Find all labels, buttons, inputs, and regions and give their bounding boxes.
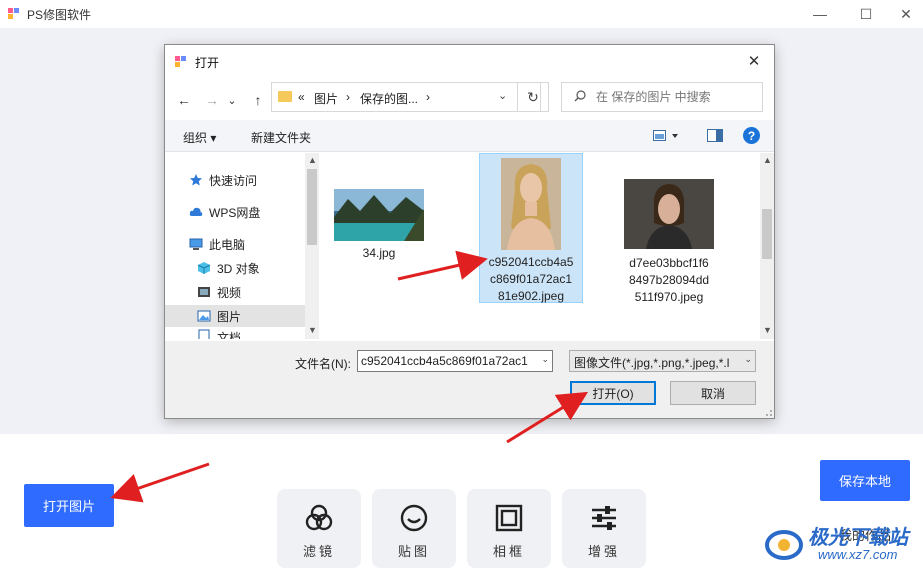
watermark: 极光下载站 www.xz7.com: [760, 517, 920, 569]
search-input[interactable]: [596, 88, 756, 106]
file-list: 34.jpg c952041ccb4a5 c869f01a72ac1 81e90…: [321, 153, 774, 339]
scroll-up-icon[interactable]: ▲: [308, 155, 317, 165]
sticker-icon: [400, 504, 428, 532]
file-name: d7ee03bbcf1f6 8497b28094dd 511f970.jpeg: [628, 256, 710, 304]
file-scrollbar[interactable]: ▲ ▼: [760, 153, 774, 339]
portrait-dark-thumbnail: [624, 179, 714, 249]
filename-label: 文件名(N):: [295, 357, 351, 371]
resize-grip-icon[interactable]: [761, 405, 773, 417]
dialog-close-button[interactable]: ✕: [739, 49, 769, 73]
app-logo-icon: [8, 8, 19, 19]
search-box[interactable]: [561, 82, 763, 112]
portrait-blonde-thumbnail: [501, 158, 561, 250]
minimize-button[interactable]: —: [797, 0, 843, 28]
refresh-button[interactable]: ↻: [517, 82, 549, 112]
scroll-down-icon[interactable]: ▼: [308, 325, 317, 335]
breadcrumb-sep[interactable]: ›: [426, 90, 430, 104]
nav-label: 图片: [217, 309, 242, 324]
dialog-titlebar: 打开 ✕: [165, 45, 774, 77]
frame-tool-button[interactable]: 相框: [467, 489, 551, 568]
file-scroll-thumb[interactable]: [762, 209, 772, 259]
dialog-title: 打开: [195, 56, 220, 70]
computer-icon: [189, 238, 203, 250]
filetype-select[interactable]: 图像文件(*.jpg,*.png,*.jpeg,*.l ⌄: [569, 350, 756, 372]
recent-locations-button[interactable]: ⌄: [225, 89, 239, 111]
sticker-label: 贴图: [397, 544, 430, 559]
dialog-toolbar: 组织 ▾ 新建文件夹 ?: [165, 120, 774, 152]
watermark-text: 极光下载站: [808, 527, 908, 549]
filename-value: c952041ccb4a5c869f01a72ac1: [361, 354, 528, 368]
navigation-pane: 快速访问 WPS网盘 此电脑 3D 对象 视频 图片 文档 ▲ ▼: [165, 153, 319, 339]
frame-icon: [495, 504, 523, 532]
nav-label: 此电脑: [209, 237, 246, 252]
enhance-tool-button[interactable]: 增强: [562, 489, 646, 568]
help-icon[interactable]: ?: [743, 127, 760, 144]
preview-pane-icon[interactable]: [707, 129, 723, 143]
enhance-icon: [592, 506, 616, 530]
search-icon: [574, 90, 586, 102]
filetype-value: 图像文件(*.jpg,*.png,*.jpeg,*.l: [574, 356, 730, 370]
sticker-tool-button[interactable]: 贴图: [372, 489, 456, 568]
address-bar[interactable]: « 图片 › 保存的图... › ⌄: [271, 82, 541, 112]
chevron-down-icon[interactable]: ⌄: [541, 354, 549, 365]
document-icon: [198, 329, 210, 339]
app-titlebar: PS修图软件 — ☐ ✕: [0, 0, 923, 28]
cloud-icon: [189, 207, 203, 216]
dialog-footer: 文件名(N): c952041ccb4a5c869f01a72ac1 ⌄ 图像文…: [165, 341, 774, 418]
filter-icon: [305, 504, 333, 531]
scroll-up-icon[interactable]: ▲: [763, 155, 772, 165]
view-mode-icon[interactable]: [653, 130, 681, 142]
open-image-button[interactable]: 打开图片: [24, 484, 114, 527]
chevron-down-icon[interactable]: ⌄: [498, 89, 507, 102]
breadcrumb-saved[interactable]: 保存的图...: [360, 90, 418, 107]
maximize-button[interactable]: ☐: [843, 0, 889, 28]
nav-label: WPS网盘: [209, 205, 261, 220]
nav-scroll-thumb[interactable]: [307, 169, 317, 245]
nav-label: 快速访问: [209, 173, 258, 188]
save-local-button[interactable]: 保存本地: [820, 460, 910, 501]
file-item[interactable]: d7ee03bbcf1f6 8497b28094dd 511f970.jpeg: [617, 179, 721, 306]
nav-label: 视频: [217, 285, 242, 300]
organize-menu[interactable]: 组织 ▾: [183, 129, 216, 146]
video-icon: [198, 287, 210, 297]
forward-button[interactable]: →: [201, 89, 223, 111]
new-folder-button[interactable]: 新建文件夹: [251, 129, 311, 146]
open-file-dialog: 打开 ✕ ← → ⌄ ↑ « 图片 › 保存的图... › ⌄ ↻ 组织 ▾ 新…: [164, 44, 775, 419]
filename-input[interactable]: c952041ccb4a5c869f01a72ac1 ⌄: [357, 350, 553, 372]
up-button[interactable]: ↑: [247, 89, 269, 111]
close-app-button[interactable]: ✕: [889, 0, 923, 28]
pictures-icon: [197, 310, 211, 322]
dialog-logo-icon: [175, 56, 186, 67]
nav-scrollbar[interactable]: ▲ ▼: [305, 153, 319, 339]
file-item[interactable]: 34.jpg: [327, 189, 431, 262]
watermark-logo-icon: [765, 530, 803, 560]
watermark-url: www.xz7.com: [818, 547, 898, 562]
breadcrumb-sep: ›: [346, 90, 350, 104]
breadcrumb-pictures[interactable]: 图片: [314, 90, 338, 107]
enhance-label: 增强: [587, 544, 620, 559]
landscape-thumbnail: [334, 189, 424, 241]
breadcrumb-overflow[interactable]: «: [298, 90, 305, 104]
file-item-selected[interactable]: c952041ccb4a5 c869f01a72ac1 81e902.jpeg: [479, 153, 583, 303]
dialog-cancel-button[interactable]: 取消: [670, 381, 756, 405]
file-name: c952041ccb4a5 c869f01a72ac1 81e902.jpeg: [488, 255, 574, 303]
chevron-down-icon[interactable]: ⌄: [742, 354, 752, 365]
file-name: 34.jpg: [362, 246, 396, 260]
nav-pictures[interactable]: 图片: [165, 305, 305, 327]
filter-label: 滤镜: [302, 544, 335, 559]
frame-label: 相框: [492, 544, 525, 559]
back-button[interactable]: ←: [173, 89, 195, 111]
nav-label: 3D 对象: [217, 261, 260, 276]
app-title: PS修图软件: [27, 8, 92, 22]
cube-icon: [197, 262, 211, 274]
dialog-open-button[interactable]: 打开(O): [570, 381, 656, 405]
star-icon: [190, 174, 202, 186]
folder-icon: [278, 91, 292, 102]
nav-label: 文档: [217, 331, 242, 339]
scroll-down-icon[interactable]: ▼: [763, 325, 772, 335]
filter-tool-button[interactable]: 滤镜: [277, 489, 361, 568]
